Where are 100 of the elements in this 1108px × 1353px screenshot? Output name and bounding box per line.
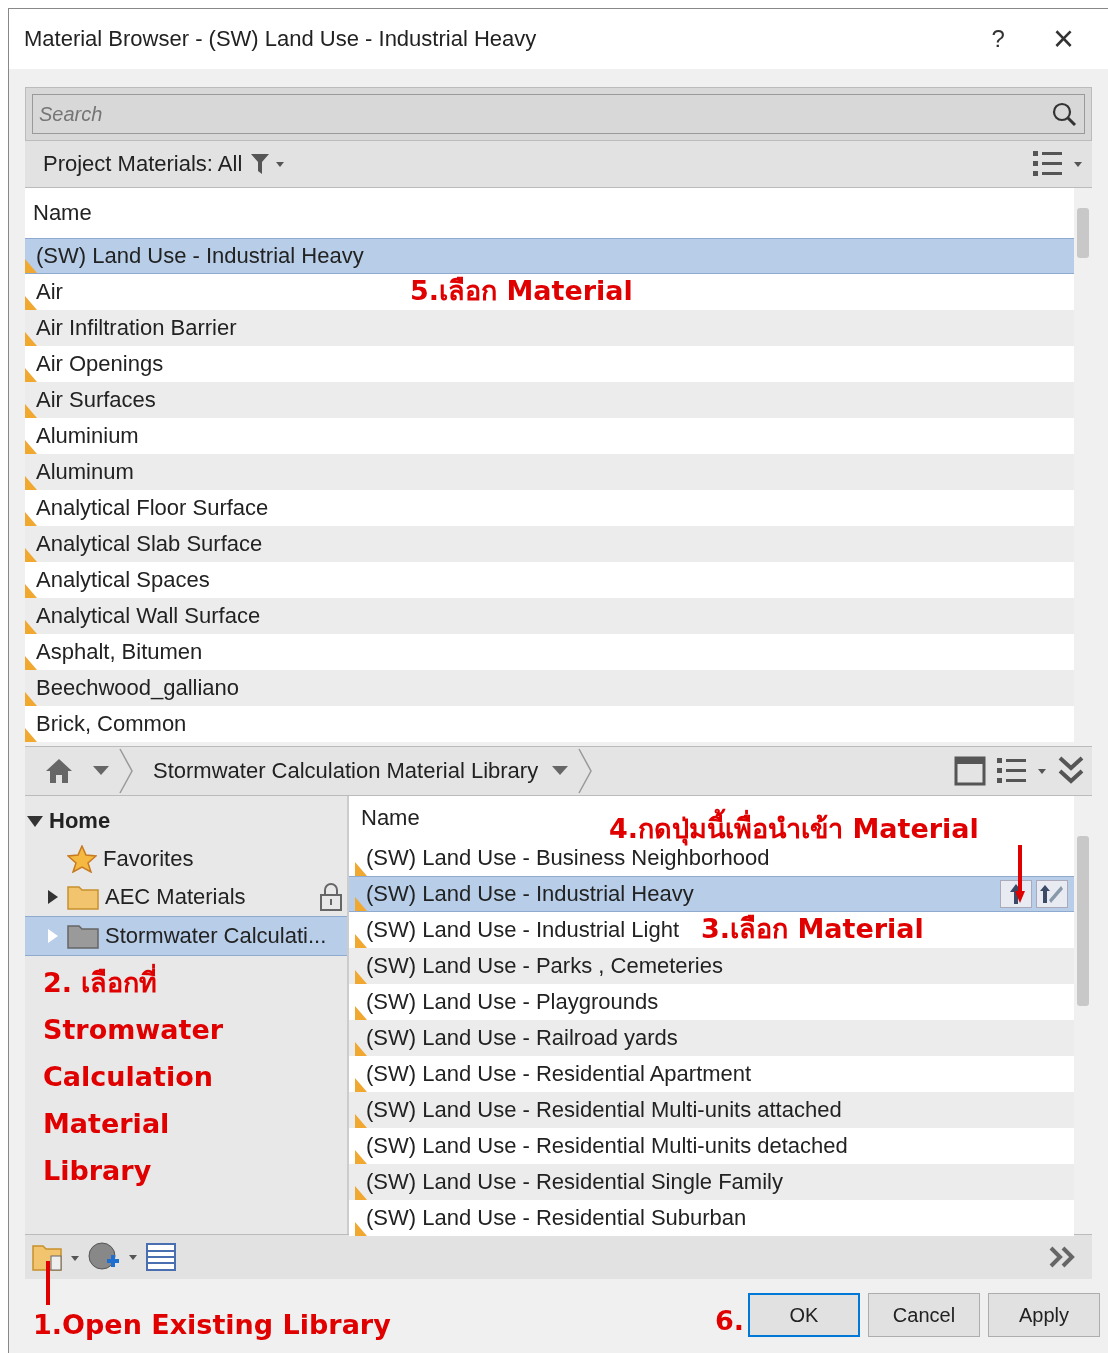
material-row[interactable]: Analytical Slab Surface	[25, 526, 1074, 562]
material-row[interactable]: (SW) Land Use - Residential Multi-units attached	[349, 1092, 1074, 1128]
panel-icon[interactable]	[145, 1242, 177, 1272]
material-icon	[355, 1078, 367, 1092]
tree-item[interactable]: Favorites	[25, 840, 347, 878]
material-icon	[25, 728, 37, 742]
material-row[interactable]: (SW) Land Use - Industrial Heavy	[349, 876, 1074, 912]
material-row[interactable]: Beechwood_galliano	[25, 670, 1074, 706]
view-options-icon[interactable]	[1032, 150, 1084, 178]
column-header[interactable]: Name	[33, 200, 92, 226]
material-icon	[355, 1186, 367, 1200]
folder-icon	[67, 884, 99, 910]
material-name: Air	[36, 279, 63, 305]
material-icon	[355, 934, 367, 948]
material-name: Analytical Spaces	[36, 567, 210, 593]
material-name: (SW) Land Use - Industrial Light	[366, 917, 680, 943]
tree-item[interactable]: Home	[25, 802, 347, 840]
material-icon	[355, 862, 367, 876]
material-name: (SW) Land Use - Parks , Cemeteries	[366, 953, 723, 979]
search-icon[interactable]	[1051, 101, 1077, 127]
view-options-icon[interactable]	[996, 757, 1048, 785]
material-name: Aluminium	[36, 423, 139, 449]
material-name: Air Infiltration Barrier	[36, 315, 237, 341]
column-header[interactable]: Name	[361, 805, 420, 831]
tree-item[interactable]: AEC Materials	[25, 878, 347, 916]
material-icon	[25, 476, 37, 490]
globe-add-icon[interactable]	[87, 1241, 139, 1273]
arrow-icon	[1015, 845, 1025, 903]
material-icon	[25, 620, 37, 634]
dialog-button[interactable]: Apply	[988, 1293, 1100, 1337]
annotation-text: 6.	[715, 1304, 745, 1338]
material-icon	[25, 512, 37, 526]
edit-button[interactable]	[1036, 880, 1068, 908]
material-icon	[25, 656, 37, 670]
material-name: Analytical Floor Surface	[36, 495, 269, 521]
dialog-button[interactable]: OK	[748, 1293, 860, 1337]
material-name: (SW) Land Use - Residential Apartment	[366, 1061, 752, 1087]
material-name: Analytical Wall Surface	[36, 603, 261, 629]
filter-label: Project Materials: All	[43, 151, 243, 177]
material-icon	[25, 259, 37, 273]
material-icon	[355, 1042, 367, 1056]
material-name: (SW) Land Use - Playgrounds	[366, 989, 659, 1015]
material-name: Air Surfaces	[36, 387, 156, 413]
material-row[interactable]: Aluminum	[25, 454, 1074, 490]
help-button[interactable]: ?	[985, 21, 1011, 57]
expand-arrow-icon[interactable]	[27, 814, 43, 828]
window-title: Material Browser - (SW) Land Use - Industrial Heavy	[24, 26, 537, 52]
library-breadcrumb[interactable]: Stormwater Calculation Material Library	[153, 758, 539, 784]
close-button[interactable]: ×	[1046, 21, 1080, 57]
annotation-text: 1.Open Existing Library	[33, 1308, 391, 1342]
search-field[interactable]: Search	[32, 94, 1085, 134]
material-icon	[355, 1114, 367, 1128]
material-icon	[355, 897, 367, 911]
material-name: (SW) Land Use - Railroad yards	[366, 1025, 678, 1051]
edit-icon	[1039, 883, 1065, 905]
material-icon	[355, 1006, 367, 1020]
material-name: Aluminum	[36, 459, 134, 485]
material-icon	[25, 332, 37, 346]
dialog-button[interactable]: Cancel	[868, 1293, 980, 1337]
material-row[interactable]: (SW) Land Use - Residential Single Family	[349, 1164, 1074, 1200]
breadcrumb-separator-icon	[119, 748, 133, 794]
material-icon	[25, 296, 37, 310]
material-icon	[25, 692, 37, 706]
material-row[interactable]: Air Surfaces	[25, 382, 1074, 418]
annotation-text: 5.เลือก Material	[410, 274, 633, 308]
material-name: (SW) Land Use - Residential Single Family	[366, 1169, 783, 1195]
material-icon	[25, 404, 37, 418]
panel-icon[interactable]	[954, 756, 986, 786]
material-row[interactable]: Analytical Wall Surface	[25, 598, 1074, 634]
material-name: (SW) Land Use - Industrial Heavy	[36, 243, 364, 269]
material-icon	[25, 440, 37, 454]
tree-item[interactable]: Stormwater Calculati...	[25, 916, 347, 956]
star-icon	[67, 845, 97, 873]
caret-icon[interactable]	[552, 766, 569, 776]
material-icon	[355, 970, 367, 984]
material-name: Brick, Common	[36, 711, 187, 737]
material-icon	[25, 548, 37, 562]
open-library-icon[interactable]	[31, 1242, 81, 1272]
material-name: (SW) Land Use - Industrial Heavy	[366, 881, 694, 907]
expand-arrow-icon[interactable]	[47, 889, 59, 905]
material-icon	[25, 368, 37, 382]
home-icon[interactable]	[45, 758, 73, 784]
material-name: Asphalt, Bitumen	[36, 639, 203, 665]
material-name: Beechwood_galliano	[36, 675, 240, 701]
material-row[interactable]: (SW) Land Use - Parks , Cemeteries	[349, 948, 1074, 984]
caret-icon[interactable]	[93, 766, 109, 776]
annotation-text: 3.เลือก Material	[701, 912, 924, 946]
collapse-icon[interactable]	[1058, 756, 1084, 786]
material-row[interactable]: Air Infiltration Barrier	[25, 310, 1074, 346]
material-name: (SW) Land Use - Residential Multi-units attached	[366, 1097, 842, 1123]
material-icon	[25, 584, 37, 598]
material-row[interactable]: (SW) Land Use - Railroad yards	[349, 1020, 1074, 1056]
material-name: (SW) Land Use - Business Neighborhood	[366, 845, 770, 871]
breadcrumb-separator-icon	[578, 748, 593, 794]
material-name: (SW) Land Use - Residential Multi-units detached	[366, 1133, 848, 1159]
scrollbar[interactable]	[1074, 796, 1092, 1234]
folder-icon	[67, 923, 99, 949]
annotation-text: 2. เลือกที่ Stromwater Calculation Material Library	[43, 959, 224, 1194]
material-name: Air Openings	[36, 351, 164, 377]
material-row[interactable]: (SW) Land Use - Industrial Heavy	[25, 238, 1074, 274]
